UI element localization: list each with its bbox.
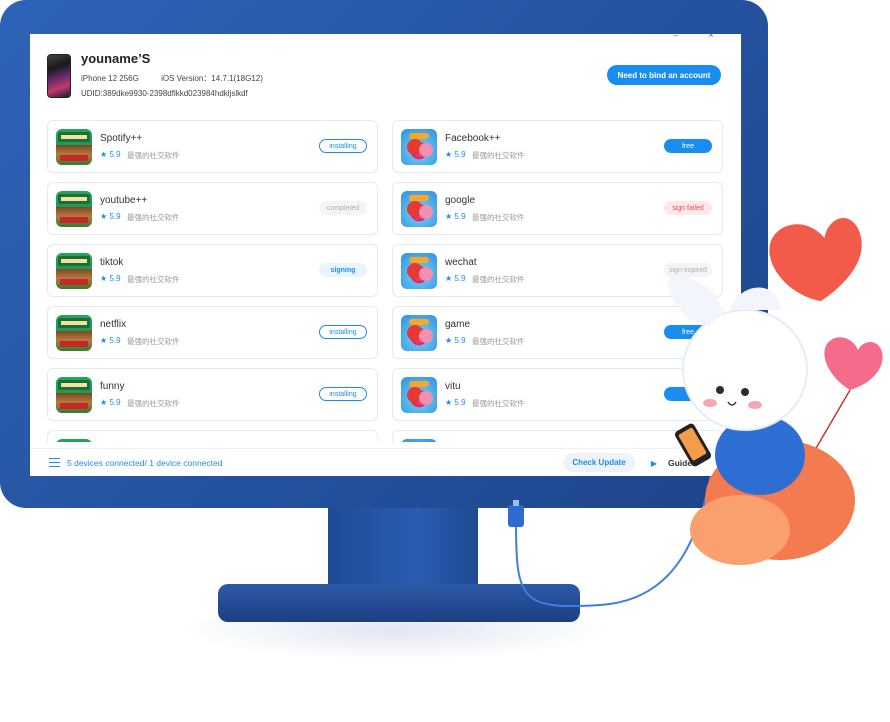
status-badge: completed bbox=[319, 201, 367, 215]
rating-value: 5.9 bbox=[109, 398, 121, 407]
device-thumbnail bbox=[47, 54, 71, 98]
star-icon: ★ bbox=[445, 336, 453, 345]
app-icon bbox=[56, 253, 92, 289]
rating-value: 5.9 bbox=[109, 274, 121, 283]
star-icon: ★ bbox=[100, 274, 108, 283]
connection-status: 5 devices connected/ 1 device connected bbox=[67, 458, 223, 468]
app-rating: ★ 5.9 bbox=[445, 398, 466, 407]
app-card[interactable]: Spotify++ ★ 5.9 最强的社交软件 installing bbox=[47, 120, 378, 173]
star-icon: ★ bbox=[445, 150, 453, 159]
app-name: google bbox=[445, 195, 476, 206]
status-badge: signing bbox=[319, 263, 367, 277]
app-tagline: 最强的社交软件 bbox=[127, 337, 180, 346]
app-tagline: 最强的社交软件 bbox=[472, 213, 525, 222]
app-icon bbox=[401, 439, 437, 442]
app-tagline: 最强的社交软件 bbox=[127, 275, 180, 284]
app-card[interactable]: funny ★ 5.9 最强的社交软件 installing bbox=[47, 368, 378, 421]
star-icon: ★ bbox=[100, 212, 108, 221]
app-rating: ★ 5.9 bbox=[100, 398, 121, 407]
app-tagline: 最强的社交软件 bbox=[127, 399, 180, 408]
star-icon: ★ bbox=[445, 212, 453, 221]
app-icon bbox=[401, 377, 437, 413]
app-rating: ★ 5.9 bbox=[100, 336, 121, 345]
app-name: Spotify++ bbox=[100, 133, 143, 144]
app-rating: ★ 5.9 bbox=[445, 212, 466, 221]
rating-value: 5.9 bbox=[454, 398, 466, 407]
app-icon bbox=[56, 129, 92, 165]
rating-value: 5.9 bbox=[454, 150, 466, 159]
rating-value: 5.9 bbox=[454, 274, 466, 283]
app-icon bbox=[401, 129, 437, 165]
menu-icon[interactable] bbox=[49, 458, 60, 467]
app-rating: ★ 5.9 bbox=[445, 150, 466, 159]
rating-value: 5.9 bbox=[454, 212, 466, 221]
app-rating: ★ 5.9 bbox=[100, 150, 121, 159]
app-icon bbox=[401, 191, 437, 227]
app-name: tiktok bbox=[100, 257, 124, 268]
device-name: youname’S bbox=[81, 51, 151, 66]
app-icon bbox=[56, 377, 92, 413]
rating-value: 5.9 bbox=[109, 336, 121, 345]
status-button[interactable]: installing bbox=[319, 387, 367, 401]
ios-version: iOS Version：14.7.1(18G12) bbox=[161, 74, 263, 83]
device-model: iPhone 12 256G bbox=[81, 74, 139, 83]
app-rating: ★ 5.9 bbox=[445, 336, 466, 345]
app-card[interactable]: Facebook++ ★ 5.9 最强的社交软件 free bbox=[392, 120, 723, 173]
app-name: wechat bbox=[445, 257, 477, 268]
check-update-button[interactable]: Check Update bbox=[563, 453, 635, 472]
app-icon bbox=[401, 315, 437, 351]
app-card[interactable]: youtube++ ★ 5.9 最强的社交软件 completed bbox=[47, 182, 378, 235]
app-card[interactable]: netflix ★ 5.9 最强的社交软件 installing bbox=[47, 306, 378, 359]
star-icon: ★ bbox=[100, 150, 108, 159]
mascot-illustration bbox=[668, 218, 883, 565]
app-tagline: 最强的社交软件 bbox=[472, 151, 525, 160]
bind-account-button[interactable]: Need to bind an account bbox=[607, 65, 721, 85]
app-name: Facebook++ bbox=[445, 133, 501, 144]
app-name: funny bbox=[100, 381, 125, 392]
app-name: game bbox=[445, 319, 471, 330]
app-name: youtube++ bbox=[100, 195, 148, 206]
star-icon: ★ bbox=[445, 274, 453, 283]
app-icon bbox=[56, 191, 92, 227]
app-rating: ★ 5.9 bbox=[100, 212, 121, 221]
device-meta: iPhone 12 256G iOS Version：14.7.1(18G12) bbox=[81, 73, 283, 84]
app-rating: ★ 5.9 bbox=[445, 274, 466, 283]
status-button[interactable]: installing bbox=[319, 325, 367, 339]
star-icon: ★ bbox=[445, 398, 453, 407]
app-tagline: 最强的社交软件 bbox=[127, 151, 180, 160]
star-icon: ★ bbox=[100, 398, 108, 407]
app-tagline: 最强的社交软件 bbox=[472, 399, 525, 408]
app-card[interactable] bbox=[47, 430, 378, 442]
app-rating: ★ 5.9 bbox=[100, 274, 121, 283]
status-button[interactable]: free bbox=[664, 139, 712, 153]
app-tagline: 最强的社交软件 bbox=[472, 337, 525, 346]
app-icon bbox=[56, 315, 92, 351]
app-name: vitu bbox=[445, 381, 461, 392]
app-name: netflix bbox=[100, 319, 127, 330]
rating-value: 5.9 bbox=[454, 336, 466, 345]
app-icon bbox=[56, 439, 92, 442]
app-tagline: 最强的社交软件 bbox=[127, 213, 180, 222]
window-controls[interactable]: – × bbox=[673, 34, 728, 40]
app-grid: Spotify++ ★ 5.9 最强的社交软件 installing youtu… bbox=[47, 120, 724, 442]
app-icon bbox=[401, 253, 437, 289]
status-button[interactable]: installing bbox=[319, 139, 367, 153]
device-udid: UDID:389dke9930-2398dflkkd023984hdkljslk… bbox=[81, 89, 248, 98]
app-card[interactable]: tiktok ★ 5.9 最强的社交软件 signing bbox=[47, 244, 378, 297]
star-icon: ★ bbox=[100, 336, 108, 345]
app-tagline: 最强的社交软件 bbox=[472, 275, 525, 284]
rating-value: 5.9 bbox=[109, 150, 121, 159]
rating-value: 5.9 bbox=[109, 212, 121, 221]
